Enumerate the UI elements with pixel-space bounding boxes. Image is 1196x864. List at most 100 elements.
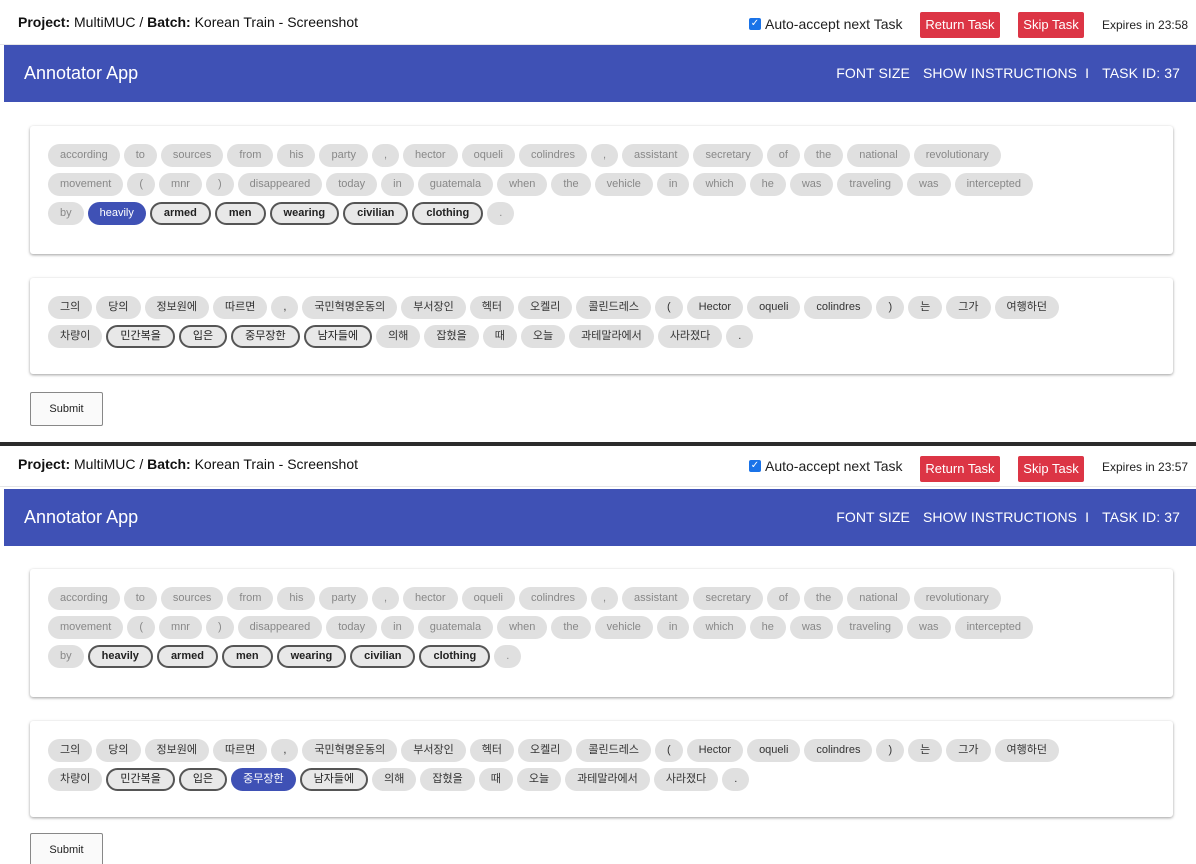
font-size-button[interactable]: FONT SIZE xyxy=(836,65,910,81)
en-token-chip[interactable]: by xyxy=(48,645,84,668)
en-token-chip[interactable]: disappeared xyxy=(237,173,323,196)
en-token-chip[interactable]: . xyxy=(494,645,522,668)
en-token-chip[interactable]: vehicle xyxy=(594,616,653,639)
ko-token-chip[interactable]: 국민혁명운동의 xyxy=(302,739,398,762)
en-token-chip[interactable]: , xyxy=(590,587,619,610)
ko-token-chip[interactable]: 때 xyxy=(478,768,513,791)
en-token-chip[interactable]: of xyxy=(766,144,800,167)
en-token-chip[interactable]: to xyxy=(123,144,157,167)
en-token-chip[interactable]: , xyxy=(371,144,400,167)
submit-button[interactable]: Submit xyxy=(30,392,103,426)
show-instructions-button[interactable]: SHOW INSTRUCTIONS xyxy=(923,509,1077,525)
en-token-chip[interactable]: today xyxy=(326,616,378,639)
ko-token-chip[interactable]: 콜린드레스 xyxy=(576,739,651,762)
ko-token-chip[interactable]: 여행하던 xyxy=(994,739,1059,762)
ko-token-chip[interactable]: oqueli xyxy=(747,296,801,319)
en-token-chip[interactable]: his xyxy=(277,144,316,167)
en-token-chip[interactable]: was xyxy=(907,616,951,639)
ko-token-chip[interactable]: ( xyxy=(654,739,683,762)
en-token-chip[interactable]: hector xyxy=(403,144,458,167)
ko-token-chip[interactable]: 차량이 xyxy=(48,325,103,348)
en-token-chip[interactable]: colindres xyxy=(518,587,587,610)
en-token-chip[interactable]: he xyxy=(749,616,786,639)
en-token-chip[interactable]: in xyxy=(381,173,414,196)
en-token-chip[interactable]: civilian xyxy=(343,202,409,225)
en-token-chip[interactable]: national xyxy=(847,587,910,610)
en-token-chip[interactable]: oqueli xyxy=(461,587,515,610)
en-token-chip[interactable]: clothing xyxy=(412,202,484,225)
ko-token-chip[interactable]: , xyxy=(271,739,299,762)
en-token-chip[interactable]: hector xyxy=(403,587,458,610)
ko-token-chip[interactable]: 정보원에 xyxy=(144,739,209,762)
skip-task-button[interactable]: Skip Task xyxy=(1018,12,1084,38)
return-task-button[interactable]: Return Task xyxy=(920,12,1000,38)
show-instructions-button[interactable]: SHOW INSTRUCTIONS xyxy=(923,65,1077,81)
ko-token-chip[interactable]: colindres xyxy=(804,296,873,319)
en-token-chip[interactable]: ) xyxy=(205,173,234,196)
ko-token-chip[interactable]: ) xyxy=(876,739,905,762)
ko-token-chip[interactable]: 오늘 xyxy=(520,325,566,348)
en-token-chip[interactable]: heavily xyxy=(87,202,146,225)
ko-token-chip[interactable]: 따르면 xyxy=(212,739,268,762)
en-token-chip[interactable]: civilian xyxy=(350,645,416,668)
en-token-chip[interactable]: assistant xyxy=(622,144,690,167)
en-token-chip[interactable]: armed xyxy=(156,645,218,668)
en-token-chip[interactable]: ( xyxy=(127,616,156,639)
ko-token-chip[interactable]: 오켈리 xyxy=(518,739,573,762)
en-token-chip[interactable]: armed xyxy=(149,202,211,225)
en-token-chip[interactable]: from xyxy=(227,144,274,167)
en-token-chip[interactable]: by xyxy=(48,202,84,225)
en-token-chip[interactable]: secretary xyxy=(693,144,763,167)
return-task-button[interactable]: Return Task xyxy=(920,456,1000,482)
en-token-chip[interactable]: he xyxy=(749,173,786,196)
en-token-chip[interactable]: sources xyxy=(160,587,224,610)
ko-token-chip[interactable]: 그의 xyxy=(48,739,93,762)
en-token-chip[interactable]: party xyxy=(319,144,368,167)
ko-token-chip[interactable]: 부서장인 xyxy=(401,296,466,319)
ko-token-chip[interactable]: 과테말라에서 xyxy=(569,325,654,348)
ko-token-chip[interactable]: 민간복을 xyxy=(106,325,175,348)
ko-token-chip[interactable]: 입은 xyxy=(178,768,228,791)
ko-token-chip[interactable]: 그의 xyxy=(48,296,93,319)
ko-token-chip[interactable]: 중무장한 xyxy=(231,325,300,348)
en-token-chip[interactable]: heavily xyxy=(87,645,153,668)
en-token-chip[interactable]: intercepted xyxy=(954,616,1033,639)
en-token-chip[interactable]: wearing xyxy=(276,645,347,668)
ko-token-chip[interactable]: 여행하던 xyxy=(994,296,1059,319)
ko-token-chip[interactable]: 잡혔을 xyxy=(424,325,479,348)
en-token-chip[interactable]: today xyxy=(326,173,378,196)
ko-token-chip[interactable]: 차량이 xyxy=(48,768,103,791)
ko-token-chip[interactable]: 때 xyxy=(482,325,517,348)
en-token-chip[interactable]: guatemala xyxy=(417,616,494,639)
en-token-chip[interactable]: vehicle xyxy=(594,173,653,196)
ko-token-chip[interactable]: 의해 xyxy=(376,325,421,348)
en-token-chip[interactable]: mnr xyxy=(159,173,202,196)
submit-button[interactable]: Submit xyxy=(30,833,103,864)
ko-token-chip[interactable]: 그가 xyxy=(946,739,991,762)
en-token-chip[interactable]: clothing xyxy=(419,645,491,668)
ko-token-chip[interactable]: 사라졌다 xyxy=(657,325,723,348)
en-token-chip[interactable]: was xyxy=(789,173,834,196)
en-token-chip[interactable]: revolutionary xyxy=(913,144,1001,167)
ko-token-chip[interactable]: ) xyxy=(876,296,905,319)
ko-token-chip[interactable]: 의해 xyxy=(372,768,417,791)
en-token-chip[interactable]: party xyxy=(319,587,368,610)
en-token-chip[interactable]: when xyxy=(497,616,548,639)
en-token-chip[interactable]: in xyxy=(656,173,690,196)
ko-token-chip[interactable]: 헥터 xyxy=(469,739,514,762)
en-token-chip[interactable]: movement xyxy=(48,616,124,639)
en-token-chip[interactable]: which xyxy=(693,616,746,639)
en-token-chip[interactable]: disappeared xyxy=(237,616,323,639)
en-token-chip[interactable]: mnr xyxy=(159,616,202,639)
ko-token-chip[interactable]: 는 xyxy=(908,739,943,762)
ko-token-chip[interactable]: Hector xyxy=(686,296,744,319)
en-token-chip[interactable]: wearing xyxy=(269,202,340,225)
ko-token-chip[interactable]: 정보원에 xyxy=(144,296,209,319)
ko-token-chip[interactable]: 과테말라에서 xyxy=(565,768,650,791)
ko-token-chip[interactable]: 오켈리 xyxy=(518,296,573,319)
en-token-chip[interactable]: the xyxy=(803,587,844,610)
ko-token-chip[interactable]: 당의 xyxy=(96,739,141,762)
en-token-chip[interactable]: when xyxy=(497,173,548,196)
ko-token-chip[interactable]: 오늘 xyxy=(516,768,562,791)
en-token-chip[interactable]: to xyxy=(123,587,157,610)
